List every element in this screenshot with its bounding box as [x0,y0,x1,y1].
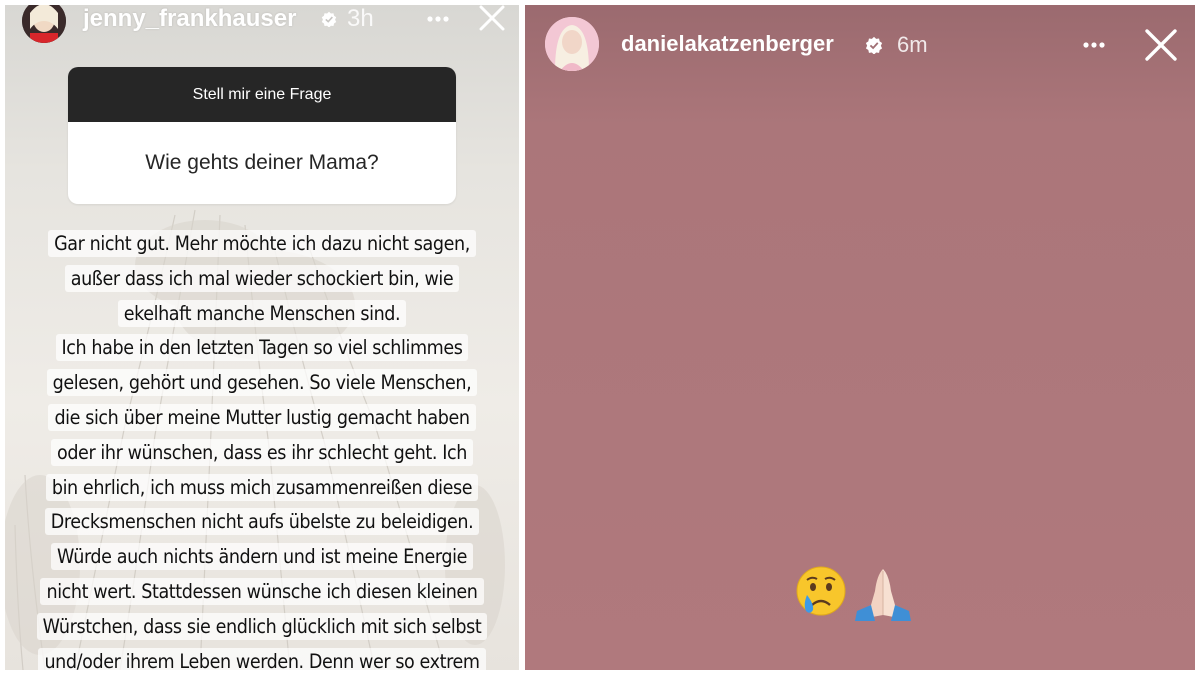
answer-line: oder ihr wünschen, dass es ihr schlecht … [50,438,473,466]
answer-line: die sich über meine Mutter lustig gemach… [48,403,476,431]
answer-line-row: Drecksmenschen nicht aufs übelste zu bel… [15,505,509,540]
answer-line: Würstchen, dass sie endlich glücklich mi… [36,612,488,640]
jenny-avatar[interactable] [22,5,66,43]
answer-line: nicht wert. Stattdessen wünsche ich dies… [40,577,484,605]
answer-line-row: nicht wert. Stattdessen wünsche ich dies… [15,575,509,610]
left-story-header: jenny_frankhauser 3h [5,5,519,65]
question-sticker-header: Stell mir eine Frage [68,67,456,122]
post-time: 3h [347,5,374,32]
answer-line-row: Ich habe in den letzten Tagen so viel sc… [15,331,509,366]
crying-face-icon [796,566,846,616]
answer-line-row: gelesen, gehört und gesehen. So viele Me… [15,366,509,401]
close-icon[interactable] [475,5,509,35]
avatar-image [22,5,66,43]
answer-line: gelesen, gehört und gesehen. So viele Me… [46,369,478,397]
answer-text-block: Gar nicht gut. Mehr möchte ich dazu nich… [15,227,509,670]
more-options-icon[interactable] [421,7,455,31]
left-story-panel[interactable]: jenny_frankhauser 3h Stell mir eine Frag… [5,5,519,670]
right-story-header: danielakatzenberger 6m [525,5,1195,71]
answer-line: Würde auch nichts ändern und ist meine E… [50,543,473,571]
verified-badge-icon [865,36,883,54]
daniela-avatar[interactable] [545,17,599,71]
answer-line: bin ehrlich, ich muss mich zusammenreiße… [45,473,479,501]
post-time: 6m [897,32,928,57]
folded-hands-icon [855,569,911,621]
username[interactable]: danielakatzenberger [621,30,834,58]
answer-line: außer dass ich mal wieder schockiert bin… [64,264,460,292]
verified-badge-icon [321,11,337,27]
answer-line: ekelhaft manche Menschen sind. [117,299,407,327]
right-story-panel[interactable]: danielakatzenberger 6m [525,5,1195,670]
answer-line: Ich habe in den letzten Tagen so viel sc… [55,334,469,362]
more-options-icon[interactable] [1077,33,1111,57]
emoji-sticker [795,565,913,621]
avatar-image [545,17,599,71]
answer-line-row: bin ehrlich, ich muss mich zusammenreiße… [15,471,509,506]
answer-line: Drecksmenschen nicht aufs übelste zu bel… [44,508,480,536]
answer-line: Gar nicht gut. Mehr möchte ich dazu nich… [48,230,476,257]
answer-line-row: und/oder ihrem Leben werden. Denn wer so… [15,645,509,670]
close-icon[interactable] [1141,25,1181,65]
answer-line-row: Würstchen, dass sie endlich glücklich mi… [15,610,509,645]
username[interactable]: jenny_frankhauser [83,5,296,33]
answer-line-row: Würde auch nichts ändern und ist meine E… [15,540,509,575]
answer-line: und/oder ihrem Leben werden. Denn wer so… [38,647,486,670]
answer-line-row: Gar nicht gut. Mehr möchte ich dazu nich… [15,227,509,262]
answer-line-row: außer dass ich mal wieder schockiert bin… [15,262,509,297]
answer-line-row: die sich über meine Mutter lustig gemach… [15,401,509,436]
question-sticker: Stell mir eine Frage Wie gehts deiner Ma… [68,67,456,204]
answer-line-row: oder ihr wünschen, dass es ihr schlecht … [15,436,509,471]
answer-line-row: ekelhaft manche Menschen sind. [15,297,509,332]
question-sticker-question: Wie gehts deiner Mama? [145,151,379,174]
